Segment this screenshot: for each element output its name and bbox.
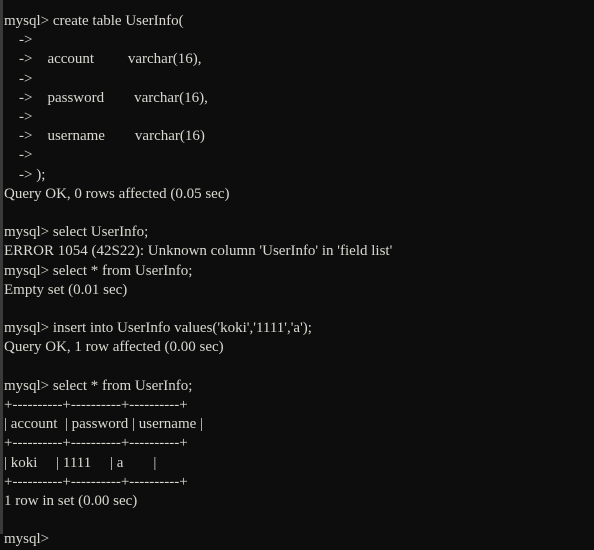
console-line: Query OK, 0 rows affected (0.05 sec) <box>4 185 230 202</box>
console-line: +----------+----------+----------+ <box>4 435 188 452</box>
console-line: mysql> select UserInfo; <box>4 224 149 241</box>
console-line: | account | password | username | <box>4 416 204 433</box>
console-line: -> <box>4 109 33 126</box>
console-line: mysql> create table UserInfo( <box>4 13 184 29</box>
console-line: -> account varchar(16), <box>4 51 202 68</box>
mysql-terminal-window[interactable]: mysql> create table UserInfo( -> -> acco… <box>0 0 594 547</box>
console-line: Query OK, 1 row affected (0.00 sec) <box>4 339 224 356</box>
console-line: -> <box>4 147 33 164</box>
console-line: | koki | 1111 | a | <box>4 454 157 471</box>
console-line: -> ); <box>4 166 46 183</box>
console-line: 1 row in set (0.00 sec) <box>4 493 138 510</box>
console-line: +----------+----------+----------+ <box>4 473 188 490</box>
console-line: +----------+----------+----------+ <box>4 397 188 414</box>
console-line: -> password varchar(16), <box>4 89 208 106</box>
console-line: -> <box>4 70 33 87</box>
console-line: ERROR 1054 (42S22): Unknown column 'User… <box>4 243 393 260</box>
console-line: -> username varchar(16) <box>4 128 205 145</box>
console-output[interactable]: mysql> create table UserInfo( -> -> acco… <box>0 12 594 550</box>
console-line: mysql> insert into UserInfo values('koki… <box>4 320 312 337</box>
console-line: mysql> <box>4 531 50 548</box>
console-line: mysql> select * from UserInfo; <box>4 262 193 279</box>
console-line: mysql> select * from UserInfo; <box>4 377 193 394</box>
console-line: Empty set (0.01 sec) <box>4 281 128 298</box>
console-line: -> <box>4 32 33 49</box>
